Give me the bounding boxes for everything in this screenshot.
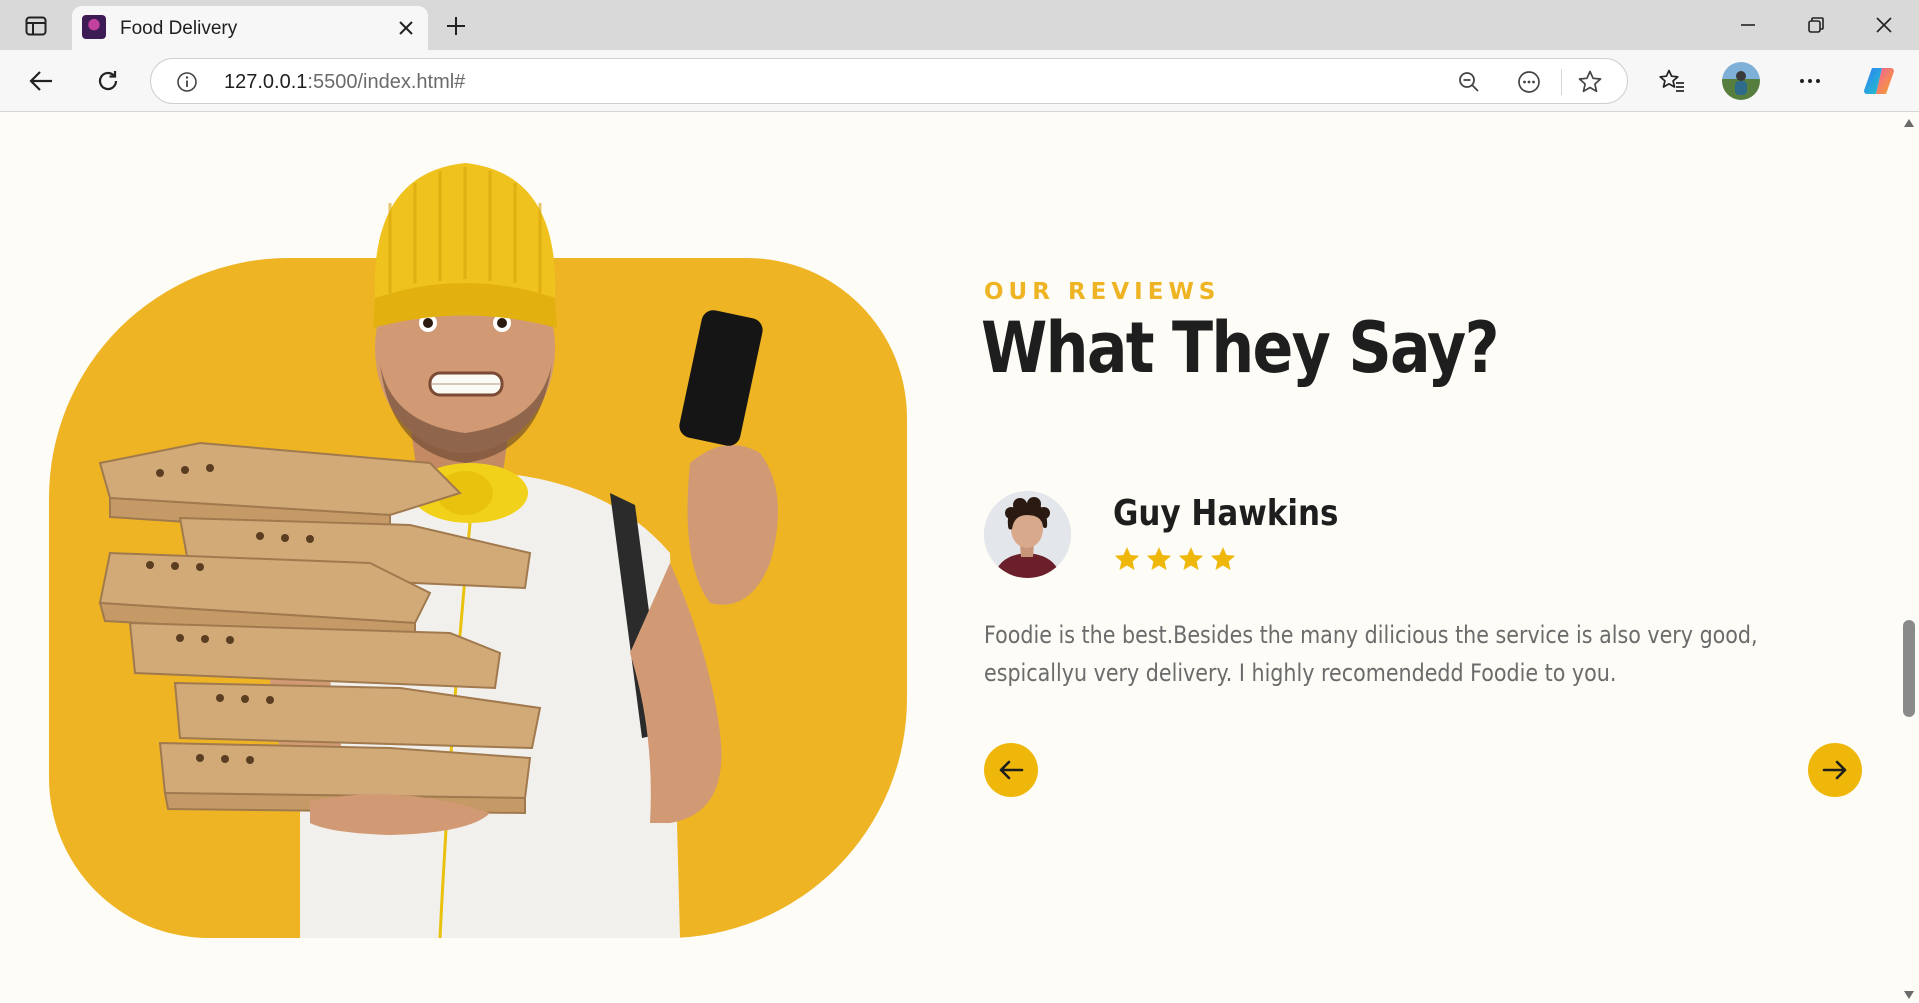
star-icon [1146, 547, 1172, 570]
read-aloud-icon[interactable] [1515, 68, 1543, 96]
favorite-star-icon[interactable] [1576, 68, 1604, 96]
review-text: Foodie is the best.Besides the many dili… [984, 621, 1758, 687]
section-kicker: OUR REVIEWS [984, 279, 1221, 305]
address-bar[interactable]: 127.0.0.1:5500/index.html# [150, 58, 1628, 104]
restore-icon[interactable] [1794, 8, 1838, 42]
rating-stars [1113, 545, 1237, 573]
star-icon [1178, 547, 1204, 570]
close-window-icon[interactable] [1862, 8, 1906, 42]
more-options-icon[interactable] [1791, 63, 1829, 99]
page-scrollbar[interactable] [1900, 113, 1919, 1003]
delivery-man-illustration [98, 163, 778, 938]
scroll-down-icon[interactable] [1903, 990, 1915, 1000]
browser-tab-bar: Food Delivery [0, 0, 1919, 50]
favorites-icon[interactable] [1653, 63, 1691, 99]
profile-avatar[interactable] [1722, 62, 1760, 100]
refresh-icon[interactable] [89, 63, 127, 99]
arrow-right-icon [1822, 760, 1847, 780]
new-tab-icon[interactable] [440, 10, 472, 42]
arrow-left-icon [999, 760, 1024, 780]
browser-toolbar: 127.0.0.1:5500/index.html# [0, 50, 1919, 112]
star-icon [1114, 547, 1140, 570]
scroll-up-icon[interactable] [1903, 118, 1915, 128]
back-icon[interactable] [22, 63, 60, 99]
site-favicon-icon [82, 15, 106, 39]
address-bar-divider [1561, 69, 1562, 95]
tab-actions-icon[interactable] [14, 12, 58, 40]
minimize-icon[interactable] [1726, 8, 1770, 42]
next-review-button[interactable] [1808, 743, 1862, 797]
scrollbar-thumb[interactable] [1903, 620, 1915, 717]
copilot-icon[interactable] [1862, 64, 1896, 98]
section-title: What They Say? [981, 307, 1499, 389]
tab-title: Food Delivery [120, 18, 238, 39]
close-tab-icon[interactable] [394, 16, 418, 40]
reviewer-name: Guy Hawkins [1113, 493, 1339, 534]
url-text[interactable]: 127.0.0.1:5500/index.html# [224, 71, 465, 94]
page-viewport: OUR REVIEWS What They Say? Guy Hawkins F… [0, 113, 1900, 1003]
site-info-icon[interactable] [175, 70, 199, 94]
previous-review-button[interactable] [984, 743, 1038, 797]
star-icon [1210, 547, 1236, 570]
reviewer-avatar [984, 491, 1071, 578]
browser-tab-active[interactable]: Food Delivery [72, 6, 428, 50]
zoom-out-icon[interactable] [1455, 68, 1483, 96]
